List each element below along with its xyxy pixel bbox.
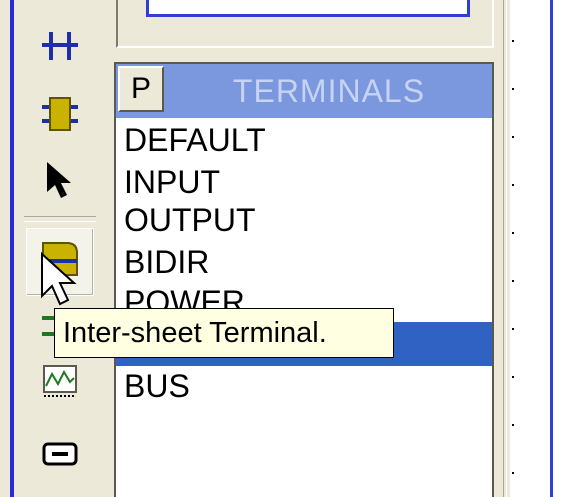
grid-dot (512, 328, 514, 330)
splitter[interactable] (503, 0, 507, 497)
list-item[interactable]: DEFAULT (124, 120, 266, 160)
list-item[interactable]: BUS (124, 366, 190, 406)
pick-button[interactable]: P (118, 66, 164, 112)
grid-dot (512, 472, 514, 474)
list-item[interactable]: OUTPUT (124, 200, 256, 240)
selection-tool[interactable] (24, 156, 96, 204)
grid-dot (512, 184, 514, 186)
mouse-cursor-icon (40, 251, 80, 313)
grid-dot (512, 424, 514, 426)
junction-dot-tool[interactable] (24, 22, 96, 70)
tape-icon (42, 442, 78, 466)
terminals-title: TERMINALS (232, 73, 426, 109)
grid-dot (512, 280, 514, 282)
tooltip: Inter-sheet Terminal. (54, 308, 394, 358)
grid-dot (512, 136, 514, 138)
overview-preview[interactable] (146, 0, 470, 17)
graph-icon (43, 365, 77, 397)
component-icon (42, 97, 78, 131)
list-item[interactable]: BIDIR (124, 242, 209, 282)
sheet-border (550, 0, 553, 497)
component-tool[interactable] (24, 90, 96, 138)
grid-dot (512, 376, 514, 378)
toolbar-separator (24, 216, 96, 222)
grid-dot (512, 232, 514, 234)
schematic-canvas[interactable] (510, 0, 576, 497)
junction-dot-icon (42, 32, 78, 60)
grid-dot (512, 88, 514, 90)
tape-tool[interactable] (24, 430, 96, 478)
toolbar-blue-stripe (10, 0, 14, 497)
panel-gap (494, 0, 510, 497)
selection-pointer-icon (47, 162, 71, 198)
graph-tool[interactable] (24, 356, 96, 404)
list-item[interactable]: INPUT (124, 162, 220, 202)
grid-dot (512, 40, 514, 42)
